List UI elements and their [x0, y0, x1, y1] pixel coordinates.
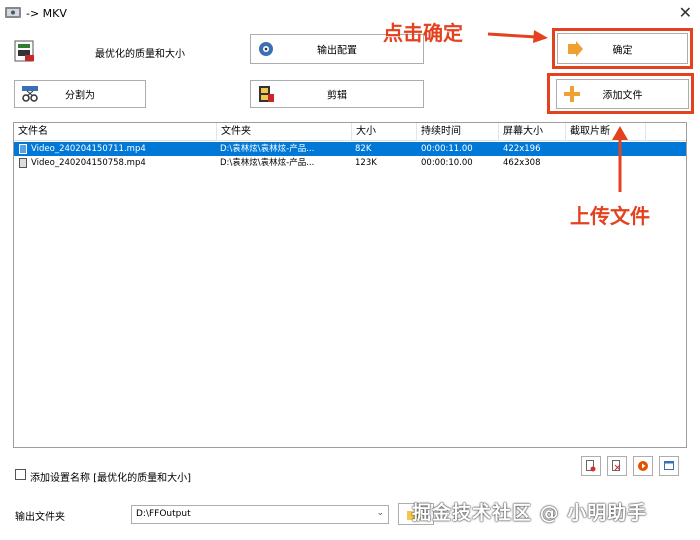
- chevron-down-icon: ⌄: [376, 508, 384, 518]
- info-window-icon: [664, 461, 674, 470]
- watermark-text: 掘金技术社区 @ 小明助手: [412, 502, 648, 524]
- table-row[interactable]: Video_240204150758.mp4 D:\袁林炫\袁林炫-产品... …: [14, 156, 686, 170]
- annotation-click-ok: 点击确定: [383, 21, 463, 45]
- remove-file-button[interactable]: [581, 456, 601, 476]
- split-button[interactable]: 分割为: [14, 80, 146, 108]
- output-folder-value: D:\FFOutput: [136, 509, 191, 519]
- quality-label: 最优化的质量和大小: [95, 49, 185, 60]
- play-button[interactable]: [633, 456, 653, 476]
- cell-filename: Video_240204150711.mp4: [31, 144, 146, 154]
- cell-size: 123K: [355, 158, 377, 168]
- mkv-format-icon: [14, 40, 34, 62]
- cell-duration: 00:00:10.00: [421, 158, 473, 168]
- edit-button[interactable]: 剪辑: [250, 80, 424, 108]
- header-filename[interactable]: 文件名: [14, 123, 217, 141]
- clear-doc-icon: [612, 460, 621, 471]
- header-folder[interactable]: 文件夹: [217, 123, 352, 141]
- delete-doc-icon: [586, 460, 596, 472]
- add-setting-name-label: 添加设置名称 [最优化的质量和大小]: [30, 473, 191, 484]
- ok-button[interactable]: 确定: [557, 33, 688, 64]
- title-bar: -> MKV ✕: [0, 0, 700, 26]
- play-icon: [638, 461, 648, 471]
- add-setting-name-checkbox[interactable]: [15, 469, 26, 480]
- cell-filename: Video_240204150758.mp4: [31, 158, 146, 168]
- output-folder-label: 输出文件夹: [15, 512, 65, 523]
- file-list[interactable]: 文件名 文件夹 大小 持续时间 屏幕大小 截取片断 Video_24020415…: [13, 122, 687, 448]
- cell-screen-size: 462x308: [503, 158, 541, 168]
- cell-folder: D:\袁林炫\袁林炫-产品...: [220, 158, 315, 168]
- header-clip[interactable]: 截取片断: [566, 123, 646, 141]
- cell-duration: 00:00:11.00: [421, 144, 473, 154]
- video-file-icon: [19, 144, 27, 154]
- list-header: 文件名 文件夹 大小 持续时间 屏幕大小 截取片断: [14, 123, 686, 141]
- output-folder-select[interactable]: D:\FFOutput ⌄: [131, 505, 389, 524]
- cell-screen-size: 422x196: [503, 144, 541, 154]
- close-icon[interactable]: ✕: [679, 3, 692, 22]
- add-file-button[interactable]: 添加文件: [556, 79, 689, 109]
- arrow-up-annotation-icon: [612, 126, 628, 192]
- table-row[interactable]: Video_240204150711.mp4 D:\袁林炫\袁林炫-产品... …: [14, 142, 686, 156]
- app-icon: [5, 7, 21, 18]
- video-file-icon: [19, 158, 27, 168]
- cell-folder: D:\袁林炫\袁林炫-产品...: [220, 144, 315, 154]
- header-size[interactable]: 大小: [352, 123, 417, 141]
- arrow-right-annotation-icon: [488, 30, 548, 43]
- header-duration[interactable]: 持续时间: [417, 123, 499, 141]
- cell-size: 82K: [355, 144, 372, 154]
- header-screen-size[interactable]: 屏幕大小: [499, 123, 566, 141]
- media-info-button[interactable]: [659, 456, 679, 476]
- annotation-upload-file: 上传文件: [570, 204, 650, 228]
- clear-list-button[interactable]: [607, 456, 627, 476]
- window-title: -> MKV: [26, 7, 67, 20]
